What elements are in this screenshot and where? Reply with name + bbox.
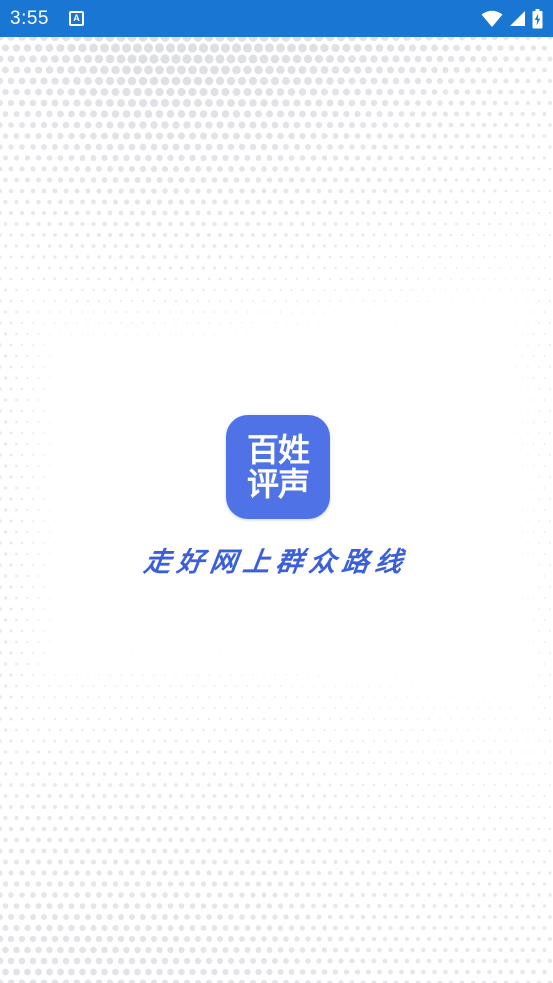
status-icons bbox=[481, 8, 543, 29]
logo-text-line-1: 百姓 bbox=[246, 431, 310, 469]
notification-a-icon: A bbox=[68, 11, 84, 26]
cellular-signal-icon bbox=[509, 10, 526, 27]
status-time: 3:55 bbox=[10, 7, 49, 29]
app-logo: 百姓 评声 bbox=[226, 415, 330, 519]
wifi-icon bbox=[481, 10, 503, 28]
battery-charging-icon bbox=[532, 8, 543, 29]
slogan-text: 走好网上群众路线 bbox=[141, 547, 411, 578]
status-bar: 3:55 A bbox=[0, 0, 553, 37]
logo-text-line-2: 评声 bbox=[246, 465, 310, 503]
